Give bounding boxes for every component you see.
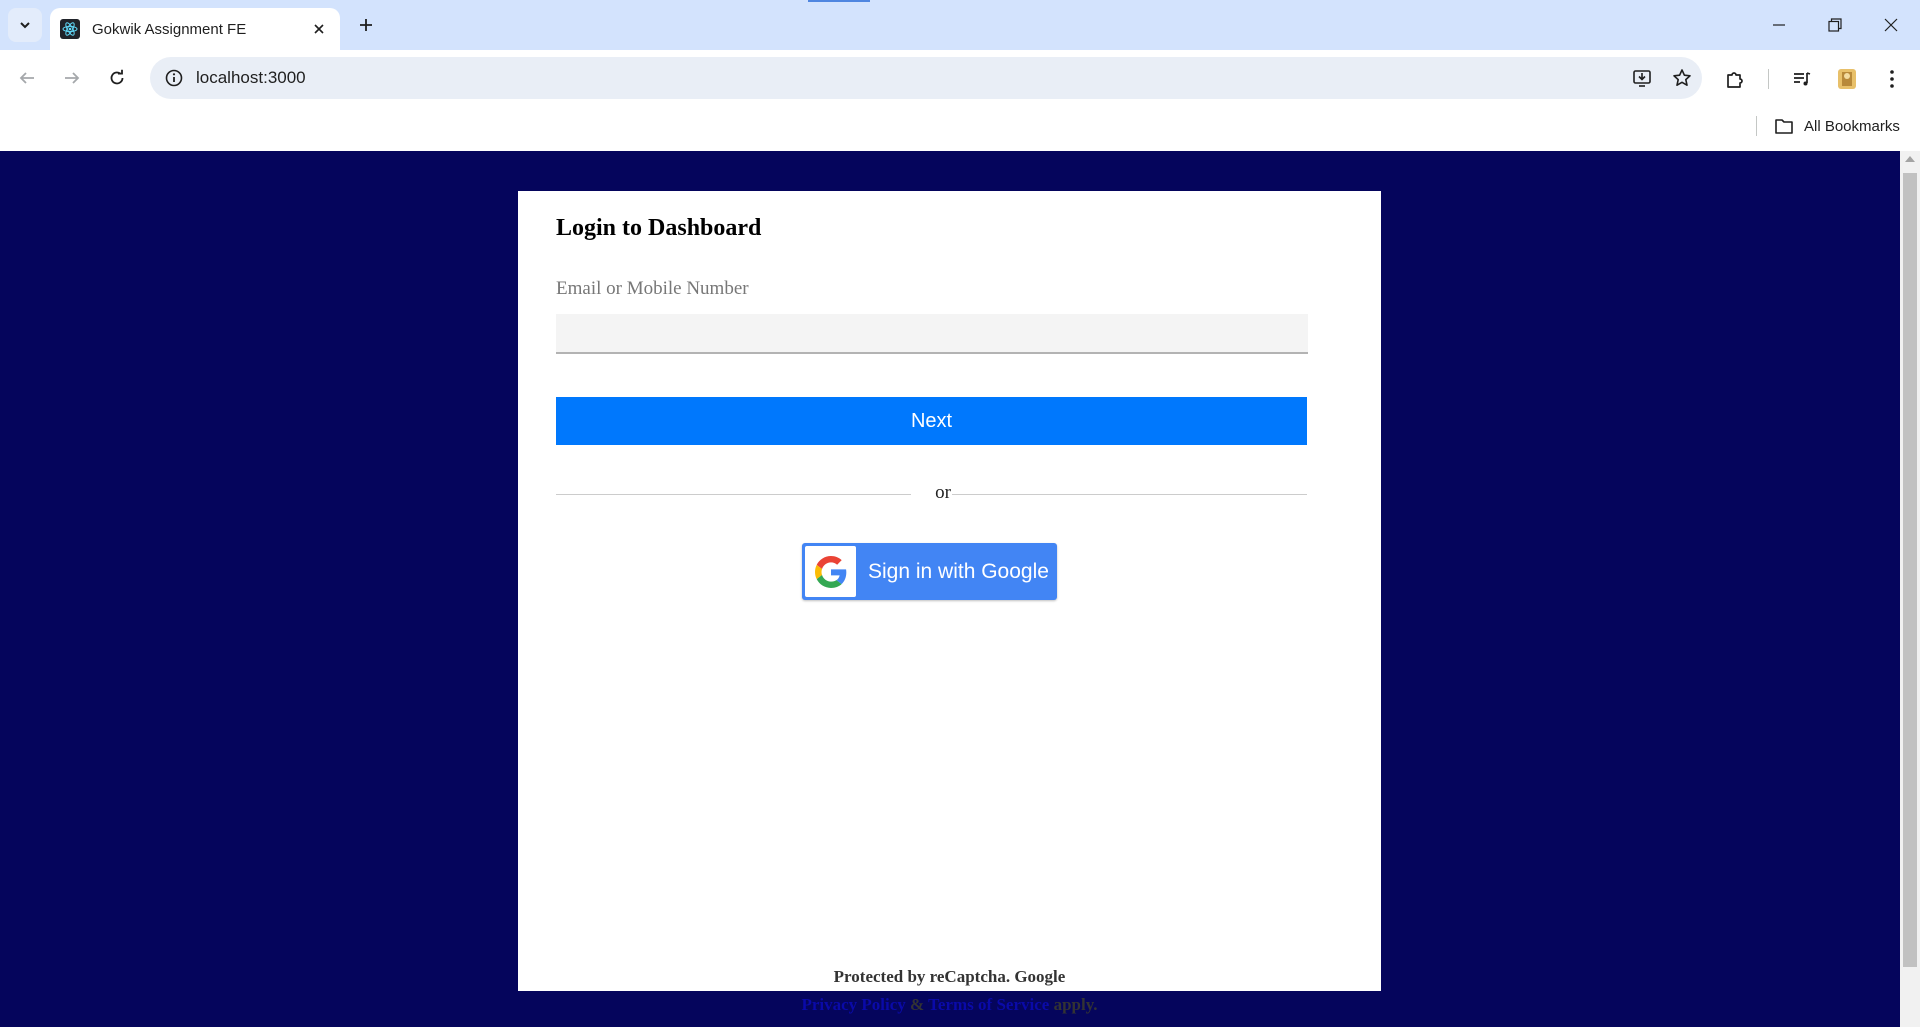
scroll-up-arrow[interactable]: [1905, 156, 1915, 162]
new-tab-button[interactable]: [352, 11, 380, 39]
back-button[interactable]: [10, 61, 44, 95]
tab-close-button[interactable]: [308, 18, 330, 40]
email-field[interactable]: [556, 314, 1308, 354]
privacy-policy-link[interactable]: Privacy Policy: [801, 995, 905, 1014]
ampersand-text: &: [910, 995, 925, 1014]
address-bar[interactable]: localhost:3000: [150, 57, 1702, 99]
tab-title: Gokwik Assignment FE: [92, 20, 247, 38]
extensions-button[interactable]: [1717, 61, 1753, 97]
toolbar-separator: [1768, 69, 1769, 89]
all-bookmarks-button[interactable]: All Bookmarks: [1774, 113, 1900, 139]
avatar-icon: [1838, 69, 1856, 89]
active-tab[interactable]: Gokwik Assignment FE: [50, 8, 340, 50]
bookmarks-separator: [1756, 116, 1757, 136]
tab-loading-indicator: [808, 0, 870, 2]
all-bookmarks-label: All Bookmarks: [1804, 117, 1900, 135]
recaptcha-links: Privacy Policy & Terms of Service apply.: [518, 991, 1381, 1019]
apply-text: apply.: [1053, 995, 1098, 1014]
close-icon: [314, 24, 324, 34]
playlist-icon: [1794, 72, 1811, 86]
google-signin-label: Sign in with Google: [868, 559, 1049, 583]
divider-line-right: [952, 494, 1307, 495]
recaptcha-notice: Protected by reCaptcha. Google: [833, 967, 1066, 986]
tab-search-button[interactable]: [8, 8, 42, 42]
kebab-menu-icon: [1890, 70, 1894, 88]
next-button[interactable]: Next: [556, 397, 1307, 445]
folder-icon: [1775, 119, 1793, 134]
bookmarks-bar: All Bookmarks: [0, 108, 1920, 151]
divider-line-left: [556, 494, 911, 495]
install-icon: [1633, 70, 1651, 87]
media-controls-button[interactable]: [1784, 61, 1820, 97]
minimize-button[interactable]: [1750, 0, 1807, 50]
close-icon: [1884, 18, 1897, 32]
browser-toolbar: localhost:3000: [0, 50, 1920, 108]
restore-icon: [1827, 18, 1842, 32]
recaptcha-footer: Protected by reCaptcha. Google Privacy P…: [518, 963, 1381, 1019]
arrow-right-icon: [65, 72, 80, 84]
bookmark-star-button[interactable]: [1662, 57, 1702, 99]
site-info-button[interactable]: [154, 57, 194, 99]
login-card: Login to Dashboard Email or Mobile Numbe…: [518, 191, 1381, 1014]
google-signin-button[interactable]: Sign in with Google: [802, 543, 1057, 600]
terms-of-service-link[interactable]: Terms of Service: [928, 995, 1049, 1014]
menu-button[interactable]: [1874, 61, 1910, 97]
divider-or: or: [935, 482, 951, 503]
install-app-button[interactable]: [1622, 57, 1662, 99]
profile-avatar[interactable]: [1829, 61, 1865, 97]
page-viewport: Login to Dashboard Email or Mobile Numbe…: [0, 151, 1920, 1027]
tab-strip: Gokwik Assignment FE: [0, 0, 1920, 50]
scroll-thumb[interactable]: [1903, 173, 1917, 967]
reload-button[interactable]: [100, 61, 134, 95]
minimize-icon: [1772, 24, 1785, 26]
chevron-down-icon: [20, 22, 30, 29]
page-scrollbar[interactable]: [1900, 151, 1920, 1027]
email-field-label: Email or Mobile Number: [556, 278, 749, 299]
restore-button[interactable]: [1806, 0, 1863, 50]
reload-icon: [110, 69, 124, 85]
react-icon: [60, 19, 80, 39]
info-icon: [165, 69, 183, 87]
page-title: Login to Dashboard: [556, 215, 762, 241]
star-icon: [1673, 69, 1691, 86]
close-window-button[interactable]: [1862, 0, 1919, 50]
arrow-left-icon: [19, 72, 34, 84]
url-text: localhost:3000: [196, 68, 306, 87]
plus-icon: [360, 19, 372, 31]
google-logo-box: [805, 546, 856, 597]
google-g-icon: [814, 555, 846, 588]
puzzle-icon: [1727, 72, 1743, 88]
forward-button[interactable]: [55, 61, 89, 95]
